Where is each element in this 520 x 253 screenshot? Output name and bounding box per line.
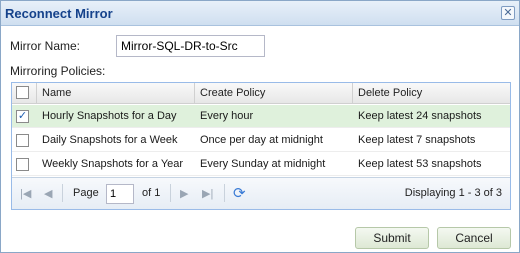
mirror-name-input[interactable]: [116, 35, 265, 57]
toolbar-separator: [62, 184, 63, 202]
create-policy: Once per day at midnight: [200, 134, 323, 146]
delete-policy: Keep latest 53 snapshots: [358, 158, 482, 170]
dialog-title: Reconnect Mirror: [5, 6, 113, 21]
submit-button[interactable]: Submit: [355, 227, 429, 249]
pagination-toolbar: |◀ ◀ Page of 1 ▶ ▶| ⟳ Displaying 1 - 3 o…: [12, 177, 510, 209]
mirror-name-label: Mirror Name:: [10, 39, 81, 53]
page-count-label: of 1: [142, 187, 161, 199]
column-header-delete-policy[interactable]: Delete Policy: [353, 83, 510, 104]
create-policy: Every Sunday at midnight: [200, 158, 326, 170]
toolbar-separator: [224, 184, 225, 202]
cancel-button[interactable]: Cancel: [437, 227, 511, 249]
last-page-icon[interactable]: ▶|: [202, 187, 213, 200]
reconnect-mirror-dialog: Reconnect Mirror ✕ Mirror Name: Mirrorin…: [0, 0, 520, 253]
table-row[interactable]: Daily Snapshots for a Week Once per day …: [12, 129, 510, 152]
delete-policy: Keep latest 7 snapshots: [358, 134, 476, 146]
select-all-header[interactable]: [12, 83, 37, 104]
toolbar-separator: [170, 184, 171, 202]
select-all-checkbox[interactable]: [16, 86, 29, 99]
create-policy: Every hour: [200, 110, 254, 122]
mirroring-policies-label: Mirroring Policies:: [10, 64, 106, 78]
column-header-name[interactable]: Name: [37, 83, 195, 104]
first-page-icon[interactable]: |◀: [20, 187, 31, 200]
policy-name: Daily Snapshots for a Week: [42, 134, 178, 146]
close-icon[interactable]: ✕: [501, 6, 515, 20]
next-page-icon[interactable]: ▶: [180, 187, 188, 200]
policy-name: Weekly Snapshots for a Year: [42, 158, 184, 170]
policies-grid: Name Create Policy Delete Policy ✓ Hourl…: [11, 82, 511, 210]
grid-header: Name Create Policy Delete Policy: [12, 83, 510, 104]
dialog-titlebar: Reconnect Mirror ✕: [1, 1, 519, 26]
page-label: Page: [73, 187, 99, 199]
table-row[interactable]: Weekly Snapshots for a Year Every Sunday…: [12, 153, 510, 176]
display-count-text: Displaying 1 - 3 of 3: [404, 187, 502, 199]
column-header-create-policy[interactable]: Create Policy: [195, 83, 353, 104]
refresh-icon[interactable]: ⟳: [233, 184, 246, 202]
policy-name: Hourly Snapshots for a Day: [42, 110, 177, 122]
row-checkbox[interactable]: ✓: [16, 110, 29, 123]
prev-page-icon[interactable]: ◀: [44, 187, 52, 200]
table-row[interactable]: ✓ Hourly Snapshots for a Day Every hour …: [12, 105, 510, 128]
row-checkbox[interactable]: [16, 134, 29, 147]
delete-policy: Keep latest 24 snapshots: [358, 110, 482, 122]
page-number-input[interactable]: [106, 184, 134, 204]
row-checkbox[interactable]: [16, 158, 29, 171]
